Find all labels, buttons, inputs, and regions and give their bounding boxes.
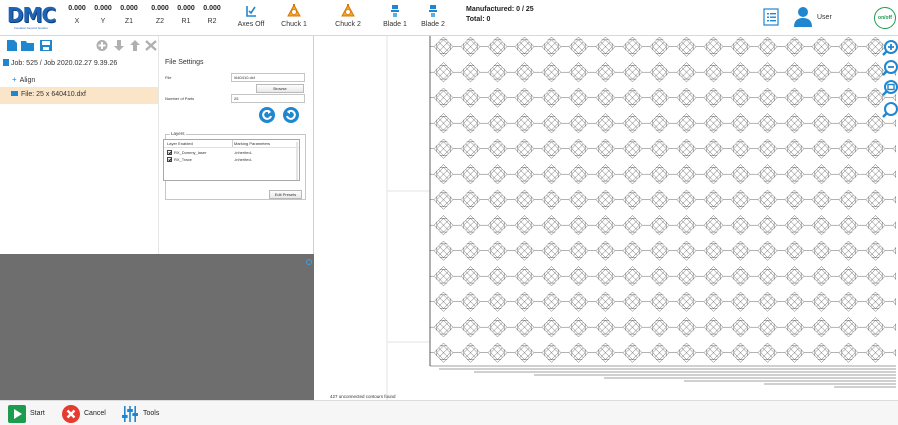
part-grid-drawing [386,36,896,400]
manufactured-count: Manufactured: 0 / 25 [466,6,534,13]
browse-button[interactable]: Browse [256,84,304,93]
chuck-1-label: Chuck 1 [281,21,307,28]
job-tree-panel: Job: 525 / Job 2020.02.27 9.39.26 + Align… [0,36,158,254]
camera-preview [0,254,314,400]
open-folder-icon[interactable] [20,39,36,52]
axis-z1-readout: 0.000 Z1 [114,5,144,25]
cancel-button[interactable]: Cancel [62,404,106,423]
user-button[interactable]: User [793,6,832,28]
layer-enabled-checkbox[interactable] [167,150,172,155]
preview-indicator [306,259,312,265]
marking-parameters-header: Marking Parameters [234,141,271,146]
layer-enabled-checkbox[interactable] [167,157,172,162]
power-button[interactable]: on/off [874,7,896,29]
tools-label: Tools [143,410,160,417]
blade-icon [429,5,437,17]
add-icon[interactable] [95,39,109,52]
blade-2-button[interactable]: Blade 2 [420,3,446,28]
tools-button[interactable]: Tools [121,404,159,423]
table-scrollbar[interactable] [296,142,298,180]
layer-param: -inherited- [234,150,253,155]
axis-value: 0.000 [203,5,221,12]
rotate-right-icon [286,109,296,120]
file-toolbar [0,36,158,56]
align-label: Align [19,77,36,84]
align-icon: + [12,75,17,84]
rotate-left-button[interactable] [259,107,275,123]
drawing-canvas[interactable] [314,36,898,400]
axis-r2-readout: 0.000 R2 [197,5,227,25]
sliders-icon [122,405,138,422]
delete-icon[interactable] [144,39,158,52]
layers-table: Layer Enabled Marking Parameters RX_Dumm… [163,139,300,181]
start-label: Start [30,410,45,417]
file-node[interactable]: File: 25 x 640410.dxf [0,87,158,104]
file-settings-title: File Settings [165,59,204,66]
user-label: User [817,13,832,21]
layer-param: -inherited- [234,157,253,162]
list-icon[interactable] [763,8,779,26]
cancel-icon [62,404,80,423]
column-divider [232,140,233,147]
blade-2-label: Blade 2 [421,21,445,28]
axis-label: Z1 [124,18,134,25]
layer-file-icon [11,91,18,96]
blade-1-label: Blade 1 [383,21,407,28]
blade-icon [391,5,399,17]
file-node-label: File: 25 x 640410.dxf [21,91,86,98]
rotate-right-button[interactable] [283,107,299,123]
chuck-1-button[interactable]: Chuck 1 [279,3,309,28]
layer-enabled-header: Layer Enabled [167,141,193,146]
job-label: Job: 525 / Job 2020.02.27 9.39.26 [11,60,118,67]
save-icon[interactable] [39,39,53,52]
layer-name: RX_Dummy_laser [174,150,207,155]
file-path-field[interactable]: \640410.dxf [231,73,305,82]
document-icon [3,59,9,66]
edit-presets-button[interactable]: Edit Presets [269,190,302,199]
rotate-left-icon [262,109,272,120]
cancel-label: Cancel [84,410,106,417]
logo: DMC Inovation beyond borders [6,4,56,32]
status-message: 427 unconnected contours found [330,394,396,399]
chuck-icon [287,3,301,17]
parts-label: Number of Parts [165,96,195,101]
total-count: Total: 0 [466,16,491,23]
header-divider [164,147,299,148]
production-counters: Manufactured: 0 / 25 Total: 0 [466,5,534,25]
move-up-icon[interactable] [128,39,142,52]
app-window: DMC Inovation beyond borders 0.000 X 0.0… [0,0,898,425]
top-toolbar: DMC Inovation beyond borders 0.000 X 0.0… [0,0,898,36]
chuck-icon [341,3,355,17]
zoom-fit-icon[interactable] [882,80,898,96]
power-label: on/off [878,15,892,21]
zoom-in-icon[interactable] [882,40,898,56]
zoom-search-icon[interactable] [882,102,898,118]
align-node[interactable]: + Align [12,75,35,84]
logo-text: DMC [6,3,56,27]
bottom-toolbar: Start Cancel Tools [0,400,898,425]
move-down-icon[interactable] [112,39,126,52]
chuck-2-button[interactable]: Chuck 2 [333,3,363,28]
job-node[interactable]: Job: 525 / Job 2020.02.27 9.39.26 [3,59,117,67]
chuck-2-label: Chuck 2 [335,21,361,28]
user-icon [794,7,812,27]
axis-label: R2 [207,18,217,25]
axis-value: 0.000 [120,5,138,12]
file-label: File [165,75,172,80]
zoom-out-icon[interactable] [882,60,898,76]
play-icon [8,404,26,423]
axes-off-label: Axes Off [237,21,265,28]
layers-legend: Layers [170,131,186,136]
number-of-parts-field[interactable]: 25 [231,94,305,103]
start-button[interactable]: Start [8,404,45,423]
axes-off-button[interactable]: Axes Off [233,3,269,28]
blade-1-button[interactable]: Blade 1 [382,3,408,28]
axes-off-icon [246,6,256,17]
layer-name: RX_Trace [174,157,192,162]
new-file-icon[interactable] [5,39,19,52]
logo-tagline: Inovation beyond borders [14,26,48,30]
